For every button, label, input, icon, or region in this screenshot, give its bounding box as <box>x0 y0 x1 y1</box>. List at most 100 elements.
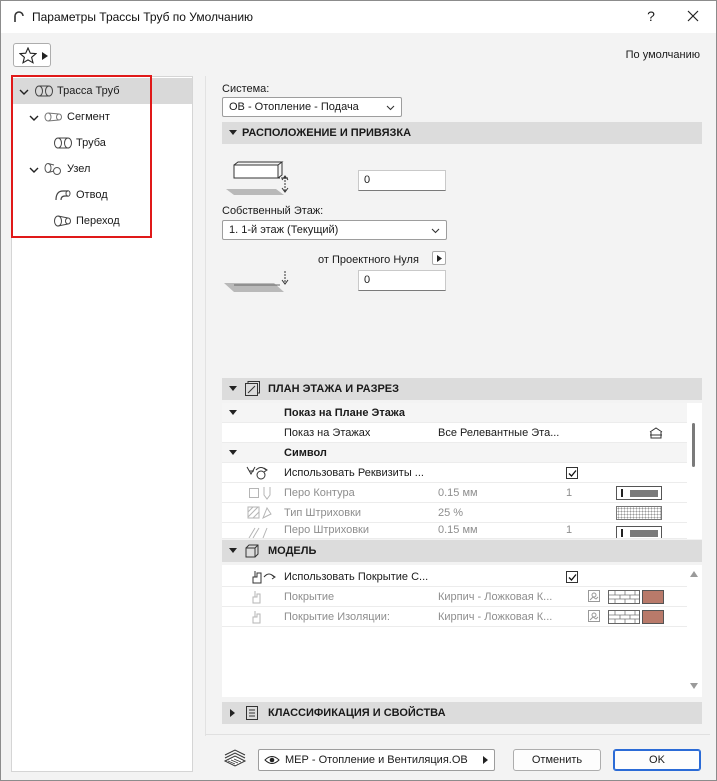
ok-button[interactable]: OK <box>613 749 701 771</box>
chevron-down-icon <box>386 105 395 111</box>
hatch-swatch[interactable] <box>616 506 662 520</box>
app-icon <box>14 11 24 22</box>
model-table: Использовать Покрытие С... Покрытие Кирп… <box>222 565 702 697</box>
image-icon[interactable] <box>588 590 600 602</box>
system-label: Система: <box>222 83 270 95</box>
segment-icon <box>44 112 62 122</box>
tree-item-node[interactable]: Узел <box>12 156 192 182</box>
transition-icon <box>54 215 71 227</box>
table-row[interactable]: Тип Штриховки 25 % <box>222 503 687 523</box>
table-row[interactable]: Показ на Этажах Все Релевантные Эта... <box>222 423 687 443</box>
row-index: 1 <box>566 524 573 536</box>
default-label: По умолчанию <box>625 49 700 61</box>
tree-item-label: Переход <box>76 215 120 227</box>
chevron-down-icon[interactable] <box>19 87 29 97</box>
row-value: 25 % <box>438 507 464 519</box>
floor-plan-icon <box>245 381 260 396</box>
surface-color-swatch[interactable] <box>642 590 664 604</box>
tree-item-label: Сегмент <box>67 111 110 123</box>
use-attributes-checkbox[interactable] <box>566 467 578 479</box>
reference-menu-button[interactable] <box>432 251 446 265</box>
checkmark-icon <box>568 470 577 477</box>
reference-label: от Проектного Нуля <box>318 254 419 266</box>
section-title: ПЛАН ЭТАЖА И РАЗРЕЗ <box>268 383 400 395</box>
cube-icon <box>245 544 259 558</box>
node-icon <box>44 163 61 175</box>
favorites-button[interactable] <box>13 43 51 67</box>
classification-section-header[interactable]: КЛАССИФИКАЦИЯ И СВОЙСТВА <box>222 702 702 724</box>
scroll-up-icon[interactable] <box>690 571 698 577</box>
help-button[interactable]: ? <box>641 6 661 26</box>
floor-plan-scrollbar[interactable] <box>687 403 701 539</box>
tree-item-pipe-route[interactable]: Трасса Труб <box>12 78 192 104</box>
group-label: Символ <box>284 447 327 459</box>
row-label: Покрытие <box>284 591 335 603</box>
offset-input[interactable]: 0 <box>358 170 446 191</box>
table-row[interactable]: Покрытие Изоляции: Кирпич - Ложковая К..… <box>222 607 687 627</box>
group-label: Показ на Плане Этажа <box>284 407 405 419</box>
pipe-icon <box>54 137 72 149</box>
section-title: РАСПОЛОЖЕНИЕ И ПРИВЯЗКА <box>242 127 412 139</box>
pen-swatch[interactable] <box>616 526 662 538</box>
pen-icon <box>263 487 271 500</box>
table-row[interactable]: Использовать Покрытие С... <box>222 567 687 587</box>
footer-separator <box>205 734 710 735</box>
floor-plan-section-header[interactable]: ПЛАН ЭТАЖА И РАЗРЕЗ <box>222 378 702 400</box>
chevron-down-icon[interactable] <box>29 113 39 123</box>
attributes-icon <box>246 466 268 480</box>
use-surface-checkbox[interactable] <box>566 571 578 583</box>
triangle-right-icon <box>42 52 48 60</box>
reference-input[interactable]: 0 <box>358 270 446 291</box>
triangle-right-icon <box>230 709 235 717</box>
tree-item-transition[interactable]: Переход <box>12 208 192 234</box>
tree-panel: Трасса Труб Сегмент Труба Узел Отвод Пер… <box>11 76 193 772</box>
brick-pattern-icon <box>609 611 639 623</box>
tree-item-elbow[interactable]: Отвод <box>12 182 192 208</box>
scroll-down-icon[interactable] <box>690 683 698 689</box>
row-label: Перо Контура <box>284 487 355 499</box>
home-story-select[interactable]: 1. 1-й этаж (Текущий) <box>222 220 447 240</box>
eye-icon <box>264 756 280 764</box>
brick-swatch[interactable] <box>608 590 640 604</box>
tree-item-pipe[interactable]: Труба <box>12 130 192 156</box>
layers-icon <box>223 749 247 767</box>
row-value: 0.15 мм <box>438 524 478 536</box>
close-icon[interactable] <box>683 6 703 26</box>
table-row[interactable]: Покрытие Кирпич - Ложковая К... <box>222 587 687 607</box>
triangle-right-icon <box>483 756 488 764</box>
home-story-select-value: 1. 1-й этаж (Текущий) <box>229 224 339 236</box>
system-select[interactable]: ОВ - Отопление - Подача <box>222 97 402 117</box>
tree-item-label: Трасса Труб <box>57 85 120 97</box>
table-group-row[interactable]: Показ на Плане Этажа <box>222 403 687 423</box>
triangle-right-icon <box>437 255 442 262</box>
window-title: Параметры Трассы Труб по Умолчанию <box>32 10 254 24</box>
cancel-button[interactable]: Отменить <box>513 749 601 771</box>
offset-diagram-icon <box>226 161 289 195</box>
title-bar: Параметры Трассы Труб по Умолчанию ? <box>1 1 716 33</box>
table-row[interactable]: Перо Контура 0.15 мм 1 <box>222 483 687 503</box>
model-scrollbar[interactable] <box>687 565 701 697</box>
tree-item-label: Отвод <box>76 189 108 201</box>
layer-select[interactable]: МЕР - Отопление и Вентиляция.ОВ <box>258 749 495 771</box>
row-value: Все Релевантные Эта... <box>438 427 560 439</box>
table-row[interactable]: Перо Штриховки 0.15 мм 1 <box>222 523 687 539</box>
pen-swatch[interactable] <box>616 486 662 500</box>
brush-icon <box>252 591 261 604</box>
table-group-row[interactable]: Символ <box>222 443 687 463</box>
row-label: Покрытие Изоляции: <box>284 611 390 623</box>
floor-plan-table: Показ на Плане Этажа Показ на Этажах Все… <box>222 403 702 539</box>
contour-pen-checkbox[interactable] <box>249 488 259 498</box>
insulation-color-swatch[interactable] <box>642 610 664 624</box>
brick-swatch[interactable] <box>608 610 640 624</box>
star-icon <box>19 47 37 64</box>
image-icon[interactable] <box>588 610 600 622</box>
pipe-route-icon <box>35 85 53 97</box>
placement-section-header[interactable]: РАСПОЛОЖЕНИЕ И ПРИВЯЗКА <box>222 122 702 144</box>
scrollbar-thumb[interactable] <box>692 423 695 467</box>
table-row[interactable]: Использовать Реквизиты ... <box>222 463 687 483</box>
tree-item-label: Труба <box>76 137 106 149</box>
tree-item-segment[interactable]: Сегмент <box>12 104 192 130</box>
model-section-header[interactable]: МОДЕЛЬ <box>222 540 702 562</box>
chevron-down-icon[interactable] <box>29 165 39 175</box>
hatch-pen-icon <box>248 527 268 538</box>
